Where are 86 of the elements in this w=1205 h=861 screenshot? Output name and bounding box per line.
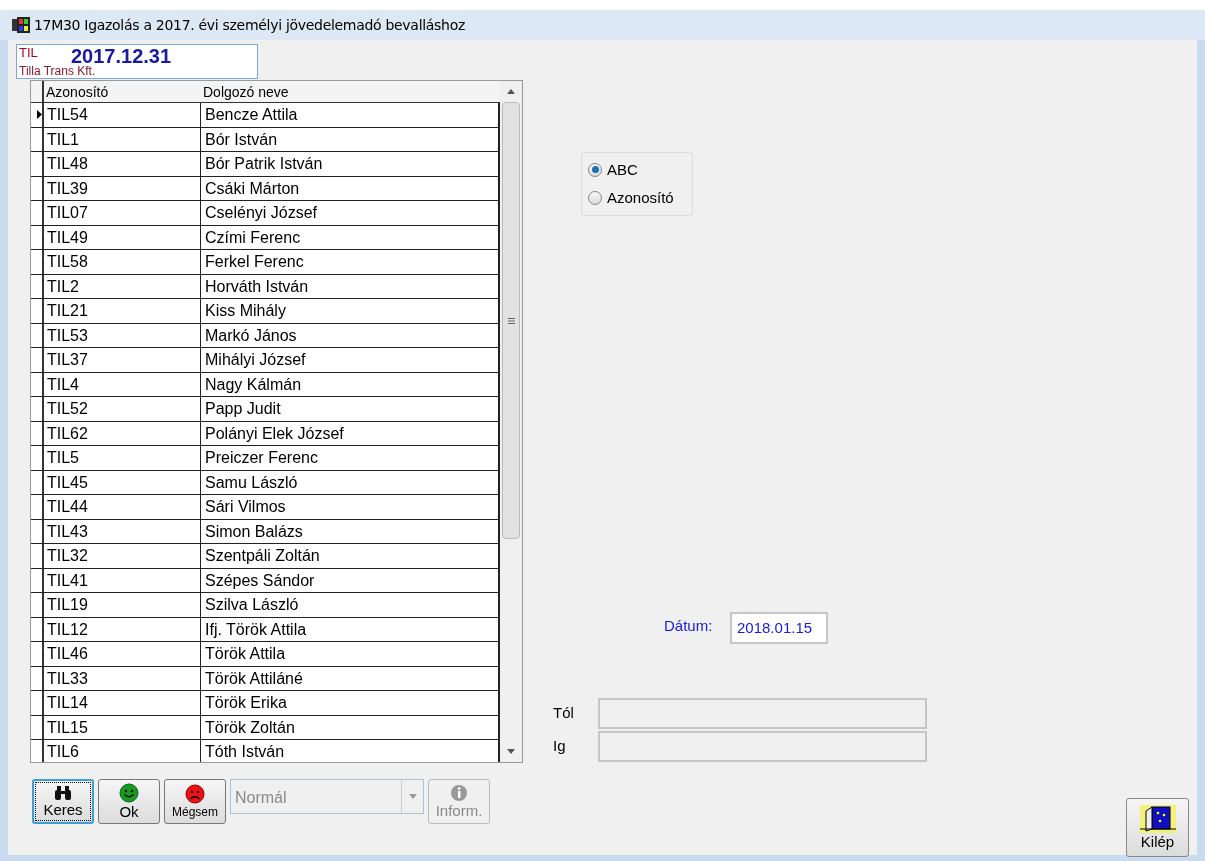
table-row[interactable]: TIL53 Markó János bbox=[31, 323, 500, 348]
table-row[interactable]: TIL39 Csáki Márton bbox=[31, 176, 500, 201]
table-row[interactable]: TIL52 Papp Judit bbox=[31, 397, 500, 422]
table-row[interactable]: TIL49 Czími Ferenc bbox=[31, 225, 500, 250]
date-field[interactable]: 2018.01.15 bbox=[730, 612, 828, 644]
table-cell: TIL15 bbox=[44, 715, 201, 739]
cancel-button[interactable]: Mégsem bbox=[164, 779, 226, 824]
table-row[interactable]: TIL15 Török Zoltán bbox=[31, 715, 500, 740]
table-row[interactable]: TIL19 Szilva László bbox=[31, 593, 500, 618]
table-row[interactable]: TIL2 Horváth István bbox=[31, 274, 500, 299]
door-icon bbox=[1139, 804, 1176, 833]
range-field[interactable] bbox=[598, 731, 927, 762]
ok-button[interactable]: Ok bbox=[98, 779, 160, 824]
date-label: Dátum: bbox=[664, 616, 713, 636]
table-cell: TIL62 bbox=[44, 421, 201, 445]
table-cell: TIL5 bbox=[44, 446, 201, 470]
table-cell: TIL33 bbox=[44, 666, 201, 690]
table-row[interactable]: TIL5 Preiczer Ferenc bbox=[31, 446, 500, 471]
column-header[interactable]: Azonosító bbox=[44, 81, 201, 102]
radio-option[interactable]: Azonosító bbox=[588, 187, 686, 210]
row-pointer-icon bbox=[37, 110, 42, 120]
company-date: 2017.12.31 bbox=[71, 46, 172, 66]
table-cell: TIL07 bbox=[44, 201, 201, 225]
radio-button[interactable] bbox=[588, 191, 602, 206]
table-cell: TIL53 bbox=[44, 323, 201, 347]
table-row[interactable]: TIL48 Bór Patrik István bbox=[31, 152, 500, 177]
table-cell: TIL14 bbox=[44, 691, 201, 715]
table-cell: TIL52 bbox=[44, 397, 201, 421]
table-row[interactable]: TIL33 Török Attiláné bbox=[31, 666, 500, 691]
grip-icon bbox=[507, 317, 515, 324]
table-cell: TIL44 bbox=[44, 495, 201, 519]
table-cell: TIL43 bbox=[44, 519, 201, 543]
table-row[interactable]: TIL12 Ifj. Török Attila bbox=[31, 617, 500, 642]
table-cell: TIL37 bbox=[44, 348, 201, 372]
table-cell: TIL2 bbox=[44, 274, 201, 298]
range-field[interactable] bbox=[598, 698, 927, 729]
dropdown-caret-icon bbox=[408, 794, 417, 799]
table-row[interactable]: TIL45 Samu László bbox=[31, 470, 500, 495]
table-row[interactable]: TIL4 Nagy Kálmán bbox=[31, 372, 500, 397]
table-cell: TIL58 bbox=[44, 250, 201, 274]
window-title: 17M30 Igazolás a 2017. évi személyi jövedelemadó bevalláshoz bbox=[34, 15, 465, 35]
table-cell: TIL46 bbox=[44, 642, 201, 666]
radio-option[interactable]: ABC bbox=[588, 158, 686, 181]
table-cell: TIL45 bbox=[44, 470, 201, 494]
table-cell: TIL4 bbox=[44, 372, 201, 396]
radio-button[interactable] bbox=[588, 162, 602, 177]
table-cell: TIL39 bbox=[44, 176, 201, 200]
table-row[interactable]: TIL54 Bencze Attila bbox=[31, 103, 500, 128]
table-row[interactable]: TIL21 Kiss Mihály bbox=[31, 299, 500, 324]
scroll-up-icon[interactable] bbox=[507, 89, 515, 94]
table-cell: TIL12 bbox=[44, 617, 201, 641]
table-row[interactable]: TIL46 Török Attila bbox=[31, 642, 500, 667]
range-label: Tól bbox=[553, 703, 575, 724]
scroll-down-icon[interactable] bbox=[507, 749, 515, 754]
table-row[interactable]: TIL32 Szentpáli Zoltán bbox=[31, 544, 500, 569]
company-code: TIL bbox=[19, 46, 38, 59]
table-cell: TIL21 bbox=[44, 299, 201, 323]
table-row[interactable]: TIL07 Cselényi József bbox=[31, 201, 500, 226]
scrollbar[interactable] bbox=[500, 81, 522, 762]
range-label: Ig bbox=[553, 736, 567, 757]
table-row[interactable]: TIL58 Ferkel Ferenc bbox=[31, 250, 500, 275]
scroll-thumb[interactable] bbox=[502, 102, 520, 539]
binoculars-icon bbox=[54, 785, 72, 801]
table-cell: TIL32 bbox=[44, 544, 201, 568]
column-header[interactable]: Dolgozó neve bbox=[201, 81, 500, 102]
table-row[interactable]: TIL44 Sári Vilmos bbox=[31, 495, 500, 520]
table-cell: TIL54 bbox=[44, 103, 201, 127]
search-button[interactable]: Keres bbox=[32, 779, 94, 824]
frown-icon bbox=[185, 783, 205, 804]
smiley-icon bbox=[119, 783, 139, 803]
table-row[interactable]: TIL37 Mihályi József bbox=[31, 348, 500, 373]
table-cell: TIL19 bbox=[44, 593, 201, 617]
table-row[interactable]: TIL62 Polányi Elek József bbox=[31, 421, 500, 446]
table-cell: TIL6 bbox=[44, 740, 201, 762]
table-row[interactable]: TIL14 Török Erika bbox=[31, 691, 500, 716]
app-icon bbox=[12, 17, 30, 33]
table-cell: TIL41 bbox=[44, 568, 201, 592]
company-name: Tilla Trans Kft. bbox=[19, 65, 96, 77]
table-cell: TIL48 bbox=[44, 152, 201, 176]
table-row[interactable]: TIL43 Simon Balázs bbox=[31, 519, 500, 544]
table-row[interactable]: TIL41 Szépes Sándor bbox=[31, 568, 500, 593]
exit-button[interactable]: Kilép bbox=[1126, 798, 1189, 857]
table-cell: TIL1 bbox=[44, 127, 201, 151]
table-row[interactable]: TIL1 Bór István bbox=[31, 127, 500, 152]
info-icon bbox=[450, 784, 468, 802]
table-cell: TIL49 bbox=[44, 225, 201, 249]
